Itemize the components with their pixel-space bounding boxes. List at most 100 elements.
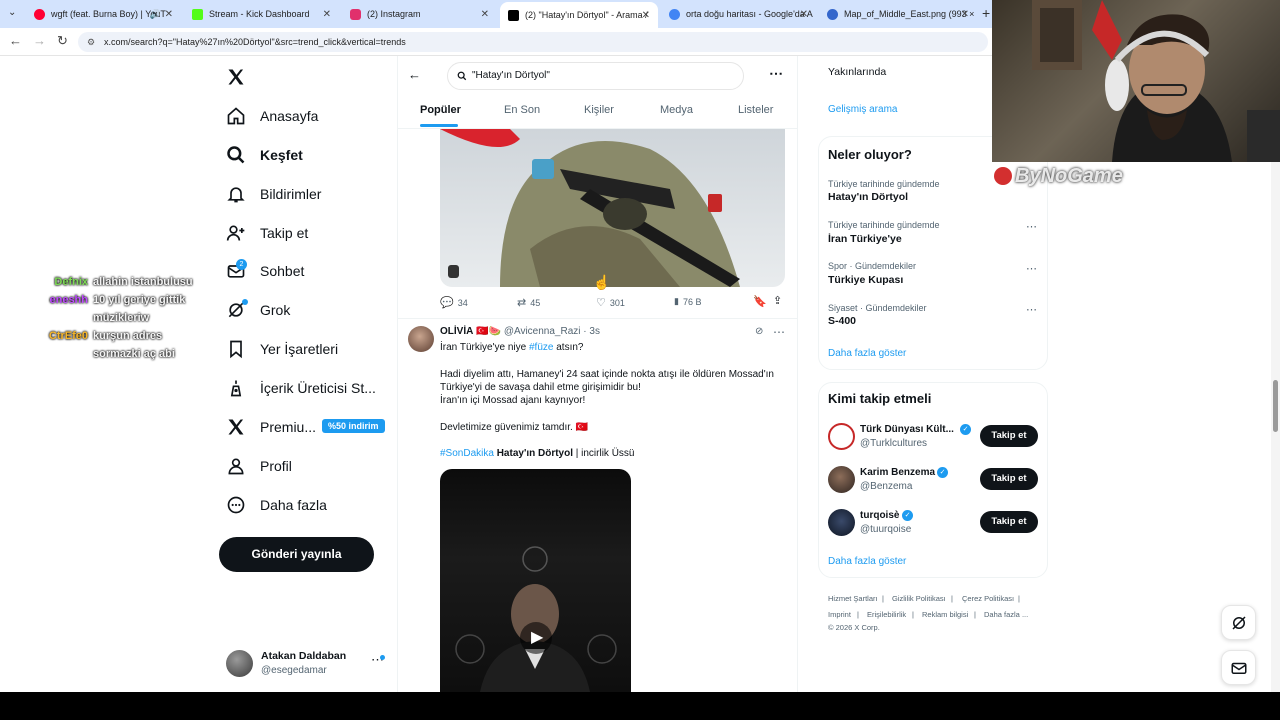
author-name[interactable]: ΟLİVİA — [440, 326, 473, 337]
browser-tab-youtube[interactable]: wgft (feat. Burna Boy) | YouT 🔊 ✕ — [26, 3, 181, 25]
sidebar-item-creator-studio[interactable]: İçerik Üreticisi St... — [226, 373, 376, 403]
sidebar-item-bookmarks[interactable]: Yer İşaretleri — [226, 334, 338, 364]
search-input[interactable]: "Hatay'ın Dörtyol" — [447, 62, 744, 90]
hashtag-link[interactable]: #SonDakika — [440, 448, 494, 459]
hashtag-link[interactable]: #füze — [529, 342, 553, 353]
advanced-search-link[interactable]: Gelişmiş arama — [828, 104, 897, 115]
account-switcher[interactable]: Atakan Daldaban @esegedamar ⋯ — [226, 648, 386, 680]
follow-button[interactable]: Takip et — [980, 511, 1038, 533]
sidebar-item-label: Yer İşaretleri — [260, 341, 339, 357]
grok-new-dot — [242, 299, 248, 305]
account-name[interactable]: Türk Dünyası Kült... — [860, 424, 954, 435]
site-info-icon[interactable]: ⚙ — [87, 32, 95, 52]
tweet-time[interactable]: · 3s — [583, 326, 600, 337]
grok-icon[interactable]: ⊘ — [755, 326, 763, 337]
follow-button[interactable]: Takip et — [980, 468, 1038, 490]
author-handle[interactable]: @Avicenna_Razi — [504, 326, 581, 337]
more-dots-icon[interactable]: ⋯ — [1026, 262, 1037, 275]
url-field[interactable]: ⚙ x.com/search?q="Hatay%27ın%20Dörtyol"&… — [78, 32, 988, 52]
column-border-right — [797, 56, 798, 692]
sidebar-item-more[interactable]: Daha fazla — [226, 490, 327, 520]
back-arrow-icon[interactable]: ← — [408, 67, 421, 82]
browser-tab-kick[interactable]: Stream - Kick Dashboard ✕ — [184, 3, 339, 25]
avatar[interactable] — [828, 466, 855, 493]
views-count: 76 B — [682, 296, 702, 307]
footer-link[interactable]: Gizlilik Politikası — [892, 594, 946, 603]
more-dots-icon[interactable]: ⋯ — [773, 325, 785, 339]
tab-search-chevron-icon[interactable]: ⌄ — [8, 7, 16, 18]
browser-tab-google[interactable]: orta doğu haritası - Google'da A ✕ — [661, 3, 816, 25]
sidebar-item-premium[interactable]: Premiu... — [226, 412, 316, 442]
footer-link[interactable]: Imprint — [828, 610, 851, 619]
footer-link[interactable]: Çerez Politikası — [962, 594, 1014, 603]
footer-link[interactable]: Daha fazla ... — [984, 610, 1028, 619]
tab-lists[interactable]: Listeler — [738, 104, 773, 116]
follow-button[interactable]: Takip et — [980, 425, 1038, 447]
like-action[interactable]: ♡ 301 — [596, 296, 625, 309]
avatar[interactable] — [828, 423, 855, 450]
scrollbar-thumb[interactable] — [1273, 380, 1278, 432]
forward-arrow-icon[interactable]: → — [33, 33, 46, 48]
sidebar-item-label: Grok — [260, 302, 291, 318]
account-name[interactable]: turqoisè — [860, 510, 899, 521]
kick-favicon-icon — [192, 8, 203, 20]
close-tab-icon[interactable]: ✕ — [642, 10, 650, 21]
share-icon[interactable]: ⇪ — [773, 294, 782, 307]
tab-people[interactable]: Kişiler — [584, 104, 614, 116]
close-tab-icon[interactable]: ✕ — [165, 9, 173, 20]
show-more-link[interactable]: Daha fazla göster — [828, 348, 906, 359]
sidebar-item-grok[interactable]: Grok — [226, 295, 290, 325]
grok-floating-button[interactable] — [1221, 605, 1256, 640]
close-tab-icon[interactable]: ✕ — [961, 9, 969, 20]
footer-link[interactable]: Hizmet Şartları — [828, 594, 878, 603]
mail-icon — [1231, 662, 1247, 674]
tab-media[interactable]: Medya — [660, 104, 693, 116]
back-arrow-icon[interactable]: ← — [9, 33, 22, 48]
reload-icon[interactable]: ↻ — [57, 33, 68, 49]
tab-latest[interactable]: En Son — [504, 104, 540, 116]
footer-link[interactable]: Erişilebilirlik — [867, 610, 906, 619]
reply-action[interactable]: 💬 34 — [440, 296, 468, 309]
post-button[interactable]: Gönderi yayınla — [219, 537, 374, 572]
retweet-action[interactable]: ⇄ 45 — [517, 296, 540, 309]
views-action[interactable]: ▮ 76 B — [674, 296, 701, 307]
messages-floating-button[interactable] — [1221, 650, 1256, 685]
sidebar-item-follow[interactable]: Takip et — [226, 218, 308, 248]
premium-discount-badge: %50 indirim — [322, 419, 385, 433]
sidebar-item-notifications[interactable]: Bildirimler — [226, 179, 321, 209]
tweet-media-image[interactable] — [440, 129, 785, 287]
sidebar-item-home[interactable]: Anasayfa — [226, 101, 318, 131]
account-name[interactable]: Karim Benzema — [860, 467, 935, 478]
tweet-video[interactable]: ▶ — [440, 469, 631, 692]
browser-tab-instagram[interactable]: (2) Instagram ✕ — [342, 3, 497, 25]
more-options-icon[interactable]: ⋯ — [769, 65, 783, 82]
trend-title[interactable]: S-400 — [828, 315, 856, 327]
play-button-icon[interactable]: ▶ — [520, 622, 552, 654]
home-icon — [227, 107, 245, 125]
sidebar-item-explore[interactable]: Keşfet — [226, 140, 303, 170]
footer-link[interactable]: Reklam bilgisi — [922, 610, 968, 619]
avatar[interactable] — [828, 509, 855, 536]
close-tab-icon[interactable]: ✕ — [481, 9, 489, 20]
trend-title[interactable]: İran Türkiye'ye — [828, 233, 902, 245]
verified-badge-icon: ✓ — [937, 467, 948, 478]
close-tab-icon[interactable]: ✕ — [323, 9, 331, 20]
sidebar-item-profile[interactable]: Profil — [226, 451, 292, 481]
close-tab-icon[interactable]: ✕ — [800, 9, 808, 20]
browser-tab-wikimedia[interactable]: Map_of_Middle_East.png (993 × ✕ — [819, 3, 977, 25]
video-control-icon[interactable] — [448, 265, 459, 278]
browser-tab-x-search[interactable]: (2) "Hatay'ın Dörtyol" - Arama / ✕ — [500, 2, 658, 28]
speaker-icon: 🔊 — [149, 8, 161, 19]
sidebar-item-label: Sohbet — [260, 263, 305, 279]
new-tab-icon[interactable]: + — [982, 5, 990, 21]
trend-title[interactable]: Hatay'ın Dörtyol — [828, 191, 908, 203]
bookmark-icon[interactable]: 🔖 — [753, 295, 767, 308]
more-dots-icon[interactable]: ⋯ — [1026, 303, 1037, 316]
trend-title[interactable]: Türkiye Kupası — [828, 274, 903, 286]
tab-top[interactable]: Popüler — [420, 104, 461, 116]
show-more-link[interactable]: Daha fazla göster — [828, 556, 906, 567]
avatar[interactable] — [408, 326, 434, 352]
x-logo-icon[interactable] — [226, 67, 246, 87]
chat-count-badge: 2 — [236, 259, 247, 270]
more-dots-icon[interactable]: ⋯ — [1026, 220, 1037, 233]
